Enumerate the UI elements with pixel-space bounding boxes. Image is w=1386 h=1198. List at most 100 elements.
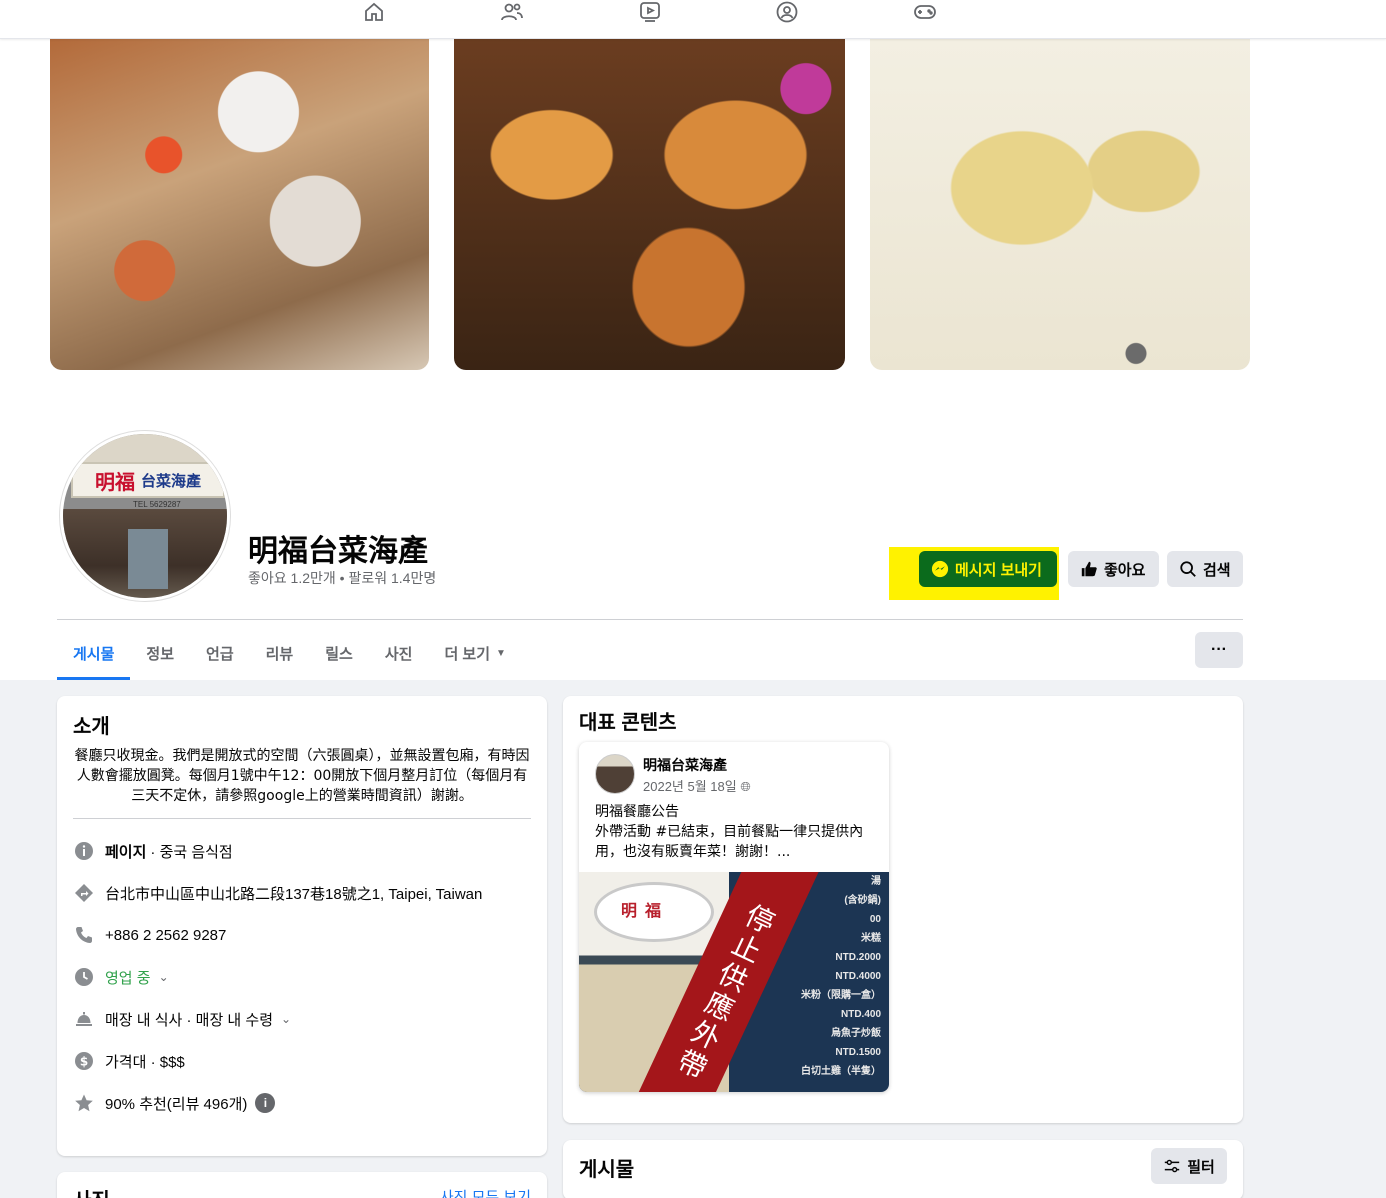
phone-text[interactable]: +886 2 2562 9287 xyxy=(105,927,226,944)
profile-divider xyxy=(57,619,1243,620)
home-icon[interactable] xyxy=(360,0,388,24)
info-icon xyxy=(73,840,95,862)
more-options-button[interactable]: ··· xyxy=(1195,632,1243,668)
phone-icon xyxy=(73,924,95,946)
filter-icon xyxy=(1164,1159,1180,1173)
menu-line: NTD.400 xyxy=(840,1009,881,1020)
see-all-photos-link[interactable]: 사진 모두 보기 xyxy=(440,1186,531,1198)
tab-photos[interactable]: 사진 xyxy=(369,626,429,680)
intro-title: 소개 xyxy=(73,716,110,738)
post-text-line-1: 明福餐廳公告 xyxy=(595,804,679,820)
tab-reviews-label: 리뷰 xyxy=(265,645,294,663)
intro-bio: 餐廳只收現金。我們是開放式的空間（六張圓桌），並無設置包廂，有時因人數會擺放圓凳… xyxy=(74,748,530,804)
caret-down-icon: ▼ xyxy=(496,647,506,659)
avatar-roof xyxy=(63,434,227,462)
tab-more[interactable]: 더 보기 ▼ xyxy=(428,626,521,680)
menu-line: 白切土雞（半隻） xyxy=(801,1066,881,1077)
menu-line: NTD.2000 xyxy=(835,952,881,963)
friends-icon[interactable] xyxy=(498,0,526,24)
send-message-label: 메시지 보내기 xyxy=(955,561,1042,579)
info-circle-icon[interactable]: i xyxy=(255,1093,276,1113)
messenger-icon xyxy=(931,560,949,578)
rating-text[interactable]: 90% 추천(리뷰 496개) xyxy=(105,1093,247,1114)
groups-icon[interactable] xyxy=(773,0,801,24)
address-text[interactable]: 台北市中山區中山北路二段137巷18號之1, Taipei, Taiwan xyxy=(105,883,482,904)
avatar-sign: 明福 台菜海產 xyxy=(71,462,225,498)
tab-reels[interactable]: 릴스 xyxy=(309,626,369,680)
profile-avatar[interactable]: 明福 台菜海產 TEL 5629287 xyxy=(60,431,230,601)
info-category: 페이지 · 중국 음식점 xyxy=(73,839,233,863)
service-bell-icon xyxy=(73,1008,95,1030)
chevron-down-icon[interactable]: ⌄ xyxy=(159,970,169,984)
photos-title: 사진 xyxy=(73,1184,110,1198)
page-title: 明福台菜海產 xyxy=(248,534,428,569)
globe-icon: 🌐︎ xyxy=(740,779,751,794)
category-label: 페이지 xyxy=(105,843,147,861)
featured-title: 대표 콘텐츠 xyxy=(579,712,677,734)
tab-about-label: 정보 xyxy=(146,645,175,663)
search-button[interactable]: 검색 xyxy=(1167,551,1243,587)
post-image[interactable]: 明福 湯 (含砂鍋) 00 米糕 NTD.2000 NTD.4000 米粉（限購… xyxy=(579,872,889,1092)
page-tabs: 게시물 정보 언급 리뷰 릴스 사진 더 보기 ▼ xyxy=(57,626,522,680)
thumbs-up-icon xyxy=(1081,561,1097,577)
tab-about[interactable]: 정보 xyxy=(130,626,190,680)
stats-separator: • xyxy=(335,570,349,586)
price-text: 가격대 · $$$ xyxy=(105,1053,185,1071)
info-services[interactable]: 매장 내 식사 · 매장 내 수령 ⌄ xyxy=(73,1007,291,1031)
gaming-icon[interactable] xyxy=(911,0,939,24)
featured-post[interactable]: 明福台菜海產 2022년 5월 18일 🌐︎ 明福餐廳公告 外帶活動 #已結束，… xyxy=(579,742,889,1092)
post-author[interactable]: 明福台菜海產 xyxy=(643,755,727,775)
svg-text:$: $ xyxy=(80,1055,88,1069)
like-label: 좋아요 xyxy=(1104,561,1146,579)
tab-reels-label: 릴스 xyxy=(325,645,353,663)
tab-photos-label: 사진 xyxy=(384,645,413,663)
info-rating[interactable]: 90% 추천(리뷰 496개) i xyxy=(73,1091,276,1115)
avatar-sign-blue-text: 台菜海產 xyxy=(140,472,201,490)
dollar-icon: $ xyxy=(73,1050,95,1072)
post-image-bowl: 明福 xyxy=(594,882,714,942)
filter-label: 필터 xyxy=(1187,1158,1215,1176)
intro-card: 소개 餐廳只收現金。我們是開放式的空間（六張圓桌），並無設置包廂，有時因人數會擺… xyxy=(57,696,547,1156)
cover-image-chicken-soup xyxy=(870,39,1250,370)
category-value: · 중국 음식점 xyxy=(150,843,233,861)
search-label: 검색 xyxy=(1203,561,1231,579)
tab-mentions[interactable]: 언급 xyxy=(190,626,250,680)
photos-card: 사진 사진 모두 보기 xyxy=(57,1172,547,1198)
posts-card: 게시물 필터 xyxy=(563,1140,1243,1198)
send-message-button[interactable]: 메시지 보내기 xyxy=(919,551,1057,587)
followers-count[interactable]: 팔로워 1.4만명 xyxy=(348,570,436,586)
menu-line: NTD.1500 xyxy=(835,1047,881,1058)
filter-button[interactable]: 필터 xyxy=(1151,1148,1227,1184)
tab-more-label: 더 보기 xyxy=(444,645,491,663)
info-price: $ 가격대 · $$$ xyxy=(73,1049,185,1073)
info-address[interactable]: 台北市中山區中山北路二段137巷18號之1, Taipei, Taiwan xyxy=(73,881,482,905)
directions-icon xyxy=(73,882,95,904)
tab-posts-label: 게시물 xyxy=(73,645,115,663)
info-hours[interactable]: 영업 중 ⌄ xyxy=(73,965,169,989)
cover-photo[interactable] xyxy=(50,39,1250,370)
post-text-line-2: 外帶活動 #已結束，目前餐點一律只提供內用，也沒有販賣年菜！謝謝！... xyxy=(595,824,864,860)
post-author-avatar[interactable] xyxy=(595,754,635,794)
post-date[interactable]: 2022년 5월 18일 xyxy=(643,779,737,794)
top-navigation xyxy=(0,0,1386,39)
search-icon xyxy=(1180,561,1196,577)
featured-card: 대표 콘텐츠 明福台菜海產 2022년 5월 18일 🌐︎ 明福餐廳公告 外帶活… xyxy=(563,696,1243,1123)
avatar-sign-red-text: 明福 xyxy=(94,471,135,494)
intro-divider xyxy=(73,818,531,819)
services-text: 매장 내 식사 · 매장 내 수령 xyxy=(105,1011,274,1029)
hours-status[interactable]: 영업 중 xyxy=(105,967,151,988)
clock-icon xyxy=(73,966,95,988)
avatar-sign-tel: TEL 5629287 xyxy=(133,500,181,509)
tab-reviews[interactable]: 리뷰 xyxy=(250,626,310,680)
menu-line: 烏魚子炒飯 xyxy=(831,1028,881,1039)
menu-line: 米粉（限購一盒） xyxy=(801,990,881,1001)
page-stats: 좋아요 1.2만개 • 팔로워 1.4만명 xyxy=(248,568,436,588)
likes-count[interactable]: 좋아요 1.2만개 xyxy=(248,570,336,586)
cover-image-crab-rice xyxy=(50,39,429,370)
chevron-down-icon[interactable]: ⌄ xyxy=(281,1012,291,1026)
info-phone[interactable]: +886 2 2562 9287 xyxy=(73,923,226,947)
video-icon[interactable] xyxy=(636,0,664,24)
post-date-row[interactable]: 2022년 5월 18일 🌐︎ xyxy=(643,776,751,795)
tab-posts[interactable]: 게시물 xyxy=(57,626,131,680)
like-button[interactable]: 좋아요 xyxy=(1068,551,1159,587)
